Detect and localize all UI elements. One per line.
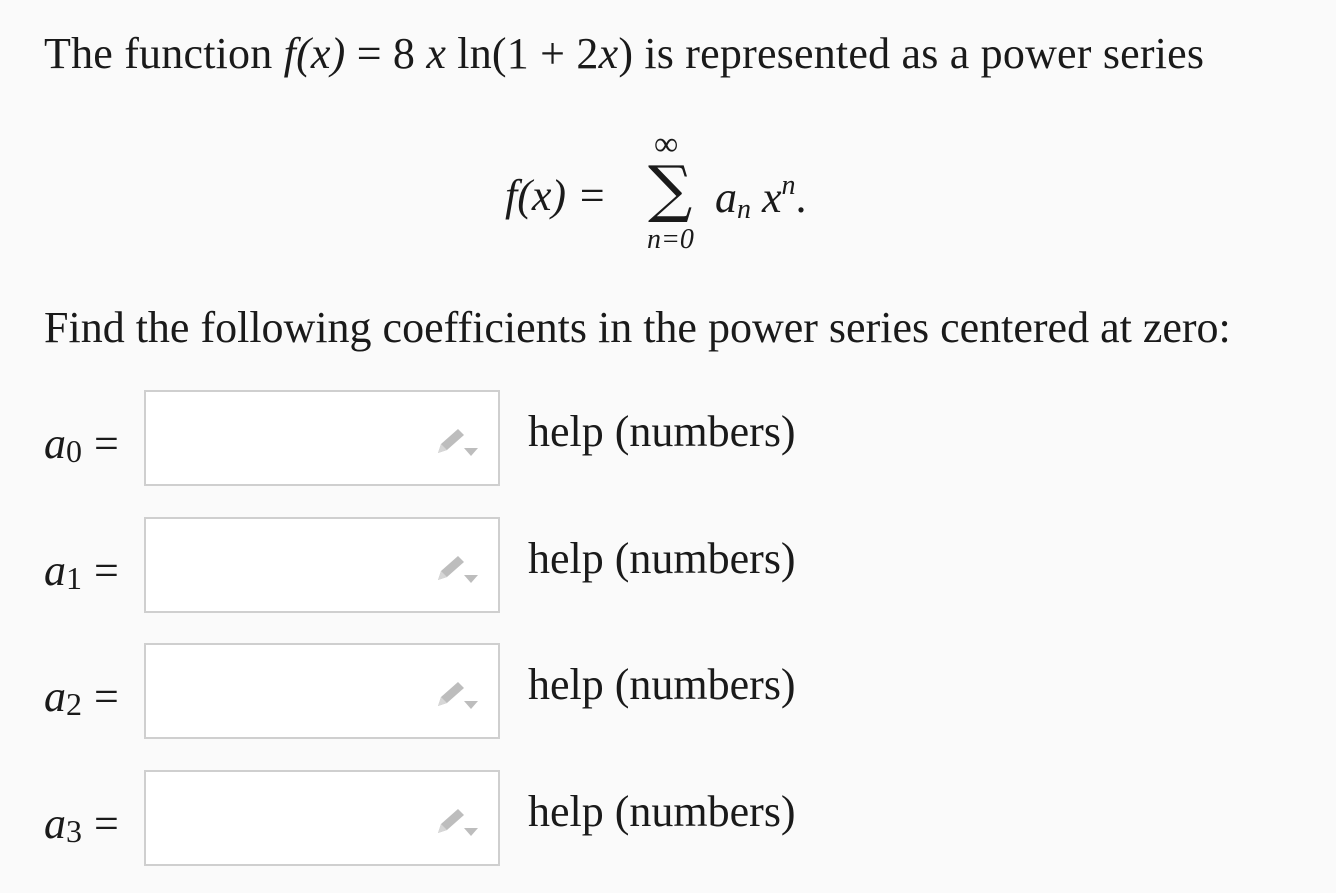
label-index: 1 <box>66 560 82 596</box>
label-index: 3 <box>66 813 82 849</box>
power-series-formula: f(x) = ∞ ∑ n=0 an xn. <box>0 128 1336 260</box>
answer-input-a0[interactable] <box>154 400 428 478</box>
term-a: a <box>715 173 737 222</box>
intro-ln: ln(1 + 2 <box>446 29 599 78</box>
coefficient-label-a1: a1 = <box>44 545 119 597</box>
term-period: . <box>795 173 807 222</box>
coefficient-row-a3: a3 = help (numbers) <box>0 770 1336 870</box>
answer-box-a0[interactable] <box>144 390 500 486</box>
sigma-symbol: ∑ <box>648 152 693 225</box>
problem-statement: The function f(x) = 8 x ln(1 + 2x) is re… <box>0 0 1336 893</box>
coefficient-row-a1: a1 = help (numbers) <box>0 517 1336 617</box>
label-var: a <box>44 672 66 721</box>
pencil-dropdown-icon[interactable] <box>434 806 480 838</box>
summation: ∞ ∑ n=0 <box>640 128 710 260</box>
series-lhs: f(x) = <box>505 171 607 220</box>
label-equals: = <box>94 672 119 721</box>
intro-eq: = 8 <box>345 29 427 78</box>
help-numbers-link-a3[interactable]: help (numbers) <box>528 786 796 837</box>
answer-box-a1[interactable] <box>144 517 500 613</box>
coefficient-label-a2: a2 = <box>44 671 119 723</box>
help-numbers-link-a0[interactable]: help (numbers) <box>528 406 796 457</box>
instruction-text: Find the following coefficients in the p… <box>44 303 1231 352</box>
intro-suffix: ) is represented as a power series <box>618 29 1205 78</box>
intro-text: The function f(x) = 8 x ln(1 + 2x) is re… <box>44 28 1204 79</box>
label-index: 2 <box>66 686 82 722</box>
pencil-dropdown-icon[interactable] <box>434 426 480 458</box>
help-numbers-link-a1[interactable]: help (numbers) <box>528 533 796 584</box>
coefficient-row-a2: a2 = help (numbers) <box>0 643 1336 743</box>
term-x-sup: n <box>781 170 796 201</box>
label-equals: = <box>94 546 119 595</box>
label-var: a <box>44 546 66 595</box>
term-x: x <box>751 173 782 222</box>
intro-f: f <box>283 29 297 78</box>
label-var: a <box>44 799 66 848</box>
answer-box-a3[interactable] <box>144 770 500 866</box>
label-equals: = <box>94 799 119 848</box>
series-term: an xn. <box>715 170 807 226</box>
intro-prefix: The function <box>44 29 284 78</box>
pencil-dropdown-icon[interactable] <box>434 679 480 711</box>
label-var: a <box>44 419 66 468</box>
intro-x3: x <box>598 29 619 78</box>
summation-lower-limit: n=0 <box>647 224 694 255</box>
coefficient-label-a3: a3 = <box>44 798 119 850</box>
help-numbers-link-a2[interactable]: help (numbers) <box>528 659 796 710</box>
intro-x2: x <box>426 29 447 78</box>
term-a-sub: n <box>737 194 751 225</box>
answer-input-a3[interactable] <box>154 780 428 858</box>
label-equals: = <box>94 419 119 468</box>
answer-input-a2[interactable] <box>154 653 428 731</box>
coefficient-row-a0: a0 = help (numbers) <box>0 390 1336 490</box>
answer-input-a1[interactable] <box>154 527 428 605</box>
answer-box-a2[interactable] <box>144 643 500 739</box>
intro-x: (x) <box>296 29 346 78</box>
pencil-dropdown-icon[interactable] <box>434 553 480 585</box>
label-index: 0 <box>66 433 82 469</box>
coefficient-label-a0: a0 = <box>44 418 119 470</box>
